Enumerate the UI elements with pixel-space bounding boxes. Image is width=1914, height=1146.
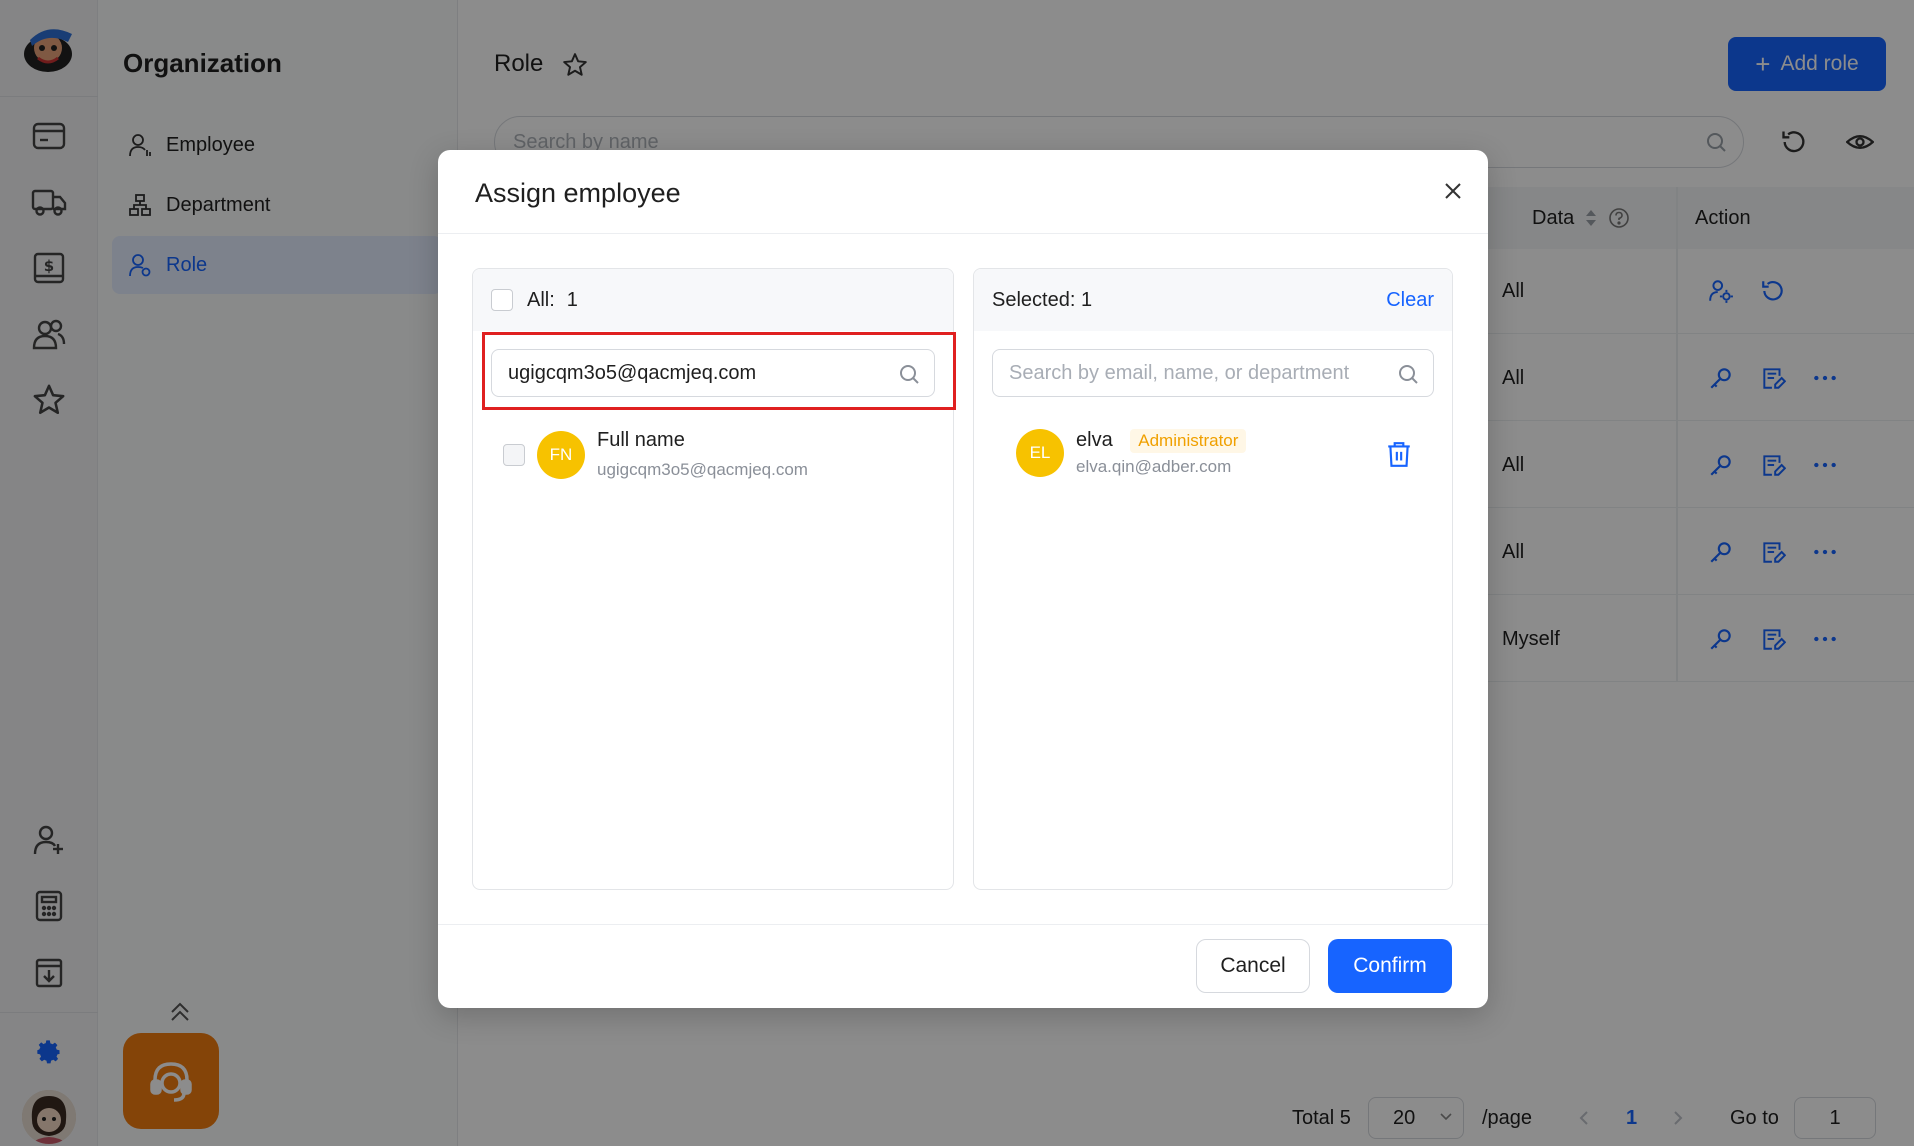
selected-search-placeholder: Search by email, name, or department xyxy=(1009,361,1350,384)
avatar: EL xyxy=(1016,429,1064,477)
selected-name: elva xyxy=(1076,429,1113,451)
dialog-header-divider xyxy=(438,233,1488,234)
dialog-footer-divider xyxy=(438,924,1488,925)
confirm-button[interactable]: Confirm xyxy=(1328,939,1452,993)
close-icon[interactable] xyxy=(1438,176,1468,206)
selected-search-input[interactable]: Search by email, name, or department xyxy=(992,349,1434,397)
all-label: All: xyxy=(527,288,555,311)
cancel-button[interactable]: Cancel xyxy=(1196,939,1310,993)
employee-name: Full name xyxy=(597,429,685,451)
trash-icon[interactable] xyxy=(1386,440,1412,473)
selected-name-row: elva Administrator xyxy=(1076,429,1247,453)
selected-info: elva Administrator elva.qin@adber.com xyxy=(1076,429,1247,477)
select-all-checkbox[interactable] xyxy=(491,289,513,311)
employee-email: ugigcqm3o5@qacmjeq.com xyxy=(597,460,808,479)
selected-list-panel: Selected: 1 Clear Search by email, name,… xyxy=(973,268,1453,890)
employee-info: Full name ugigcqm3o5@qacmjeq.com xyxy=(597,429,808,480)
selected-list-header: Selected: 1 Clear xyxy=(974,269,1452,331)
assign-employee-dialog: Assign employee All: 1 ugigcqm3o5@qacmje… xyxy=(438,150,1488,1008)
search-highlight-box xyxy=(482,332,956,410)
list-item[interactable]: FN Full name ugigcqm3o5@qacmjeq.com xyxy=(503,429,808,480)
list-item: EL elva Administrator elva.qin@adber.com xyxy=(1016,429,1247,477)
role-badge: Administrator xyxy=(1130,429,1247,453)
dialog-title: Assign employee xyxy=(475,178,681,208)
avatar: FN xyxy=(537,430,585,479)
search-icon xyxy=(1397,363,1419,391)
selected-email: elva.qin@adber.com xyxy=(1076,457,1232,476)
selected-count-label: Selected: 1 xyxy=(992,288,1093,311)
all-count: 1 xyxy=(566,288,578,311)
employee-list-header: All: 1 xyxy=(473,269,953,331)
employee-checkbox[interactable] xyxy=(503,443,525,466)
clear-button[interactable]: Clear xyxy=(1386,289,1434,312)
